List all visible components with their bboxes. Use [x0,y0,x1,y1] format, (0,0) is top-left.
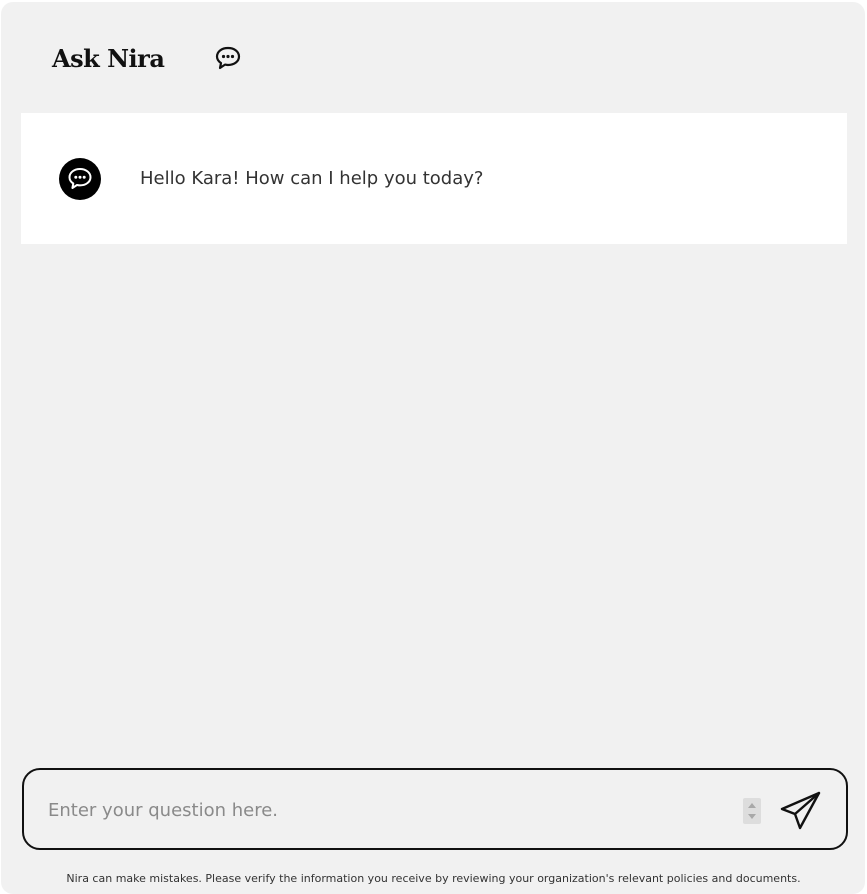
chevron-down-icon [748,814,756,819]
chat-panel: Ask Nira Hello Kara! How can I help you … [1,2,865,894]
chat-bubble-icon [214,44,242,72]
chat-header: Ask Nira [52,38,241,78]
input-resize-spinner[interactable] [743,798,761,824]
chat-bubble-icon [59,158,101,200]
assistant-message: Hello Kara! How can I help you today? [21,113,847,244]
page-title: Ask Nira [52,43,165,73]
question-input[interactable] [48,792,708,828]
question-composer [22,768,848,850]
disclaimer-text: Nira can make mistakes. Please verify th… [66,872,801,885]
message-text: Hello Kara! How can I help you today? [140,168,484,189]
chevron-up-icon [748,803,756,808]
paper-plane-icon [780,791,821,830]
send-button[interactable] [778,788,824,834]
